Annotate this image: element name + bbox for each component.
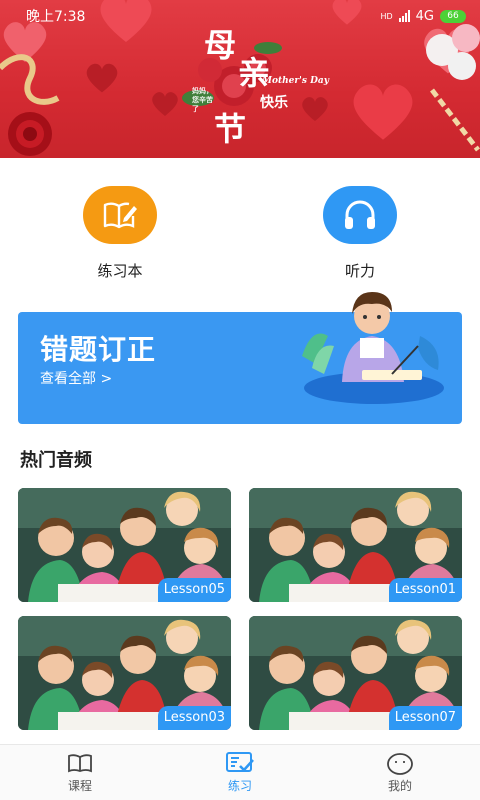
heart-decoration [86,63,118,93]
english-subtitle: Mother's Day [262,76,329,86]
correction-title: 错题订正 [40,333,157,366]
tab-practice-label: 练习 [227,779,252,793]
tab-courses[interactable]: 课程 [30,749,130,794]
checklist-icon [226,752,254,772]
title-char: 亲 [238,54,271,92]
rose-decoration [8,112,52,156]
hd-indicator: HD [380,11,393,21]
tab-mine-label: 我的 [387,779,412,793]
student-writing-illustration [302,292,444,404]
heart-decoration [302,97,328,121]
headphones-icon [345,200,375,229]
view-all-link[interactable]: 查看全部 > [40,368,112,388]
banner-subtitle: 快乐 [260,95,288,111]
tab-courses-label: 课程 [67,779,92,793]
bottom-tab-bar: 课程 练习 我的 [0,744,480,800]
listening-action[interactable]: 听力 [300,186,420,281]
status-bar: 晚上7:38 HD 4G 66 [0,0,480,32]
lesson-tag: Lesson03 [157,706,231,730]
tab-practice[interactable]: 练习 [190,749,290,794]
audio-card[interactable]: Lesson03 [18,616,231,730]
audio-card[interactable]: Lesson05 [18,488,231,602]
banner-small-text: 妈妈，您辛苦了 [192,86,213,113]
title-char: 节 [214,110,247,148]
heart-decoration [353,84,413,140]
mothers-day-banner[interactable]: 晚上7:38 HD 4G 66 母 亲 Mother's Day 快乐 妈妈，您… [0,0,480,158]
lesson-tag: Lesson01 [388,578,462,602]
notebook-action[interactable]: 练习本 [60,186,180,281]
status-time: 晚上7:38 [26,9,86,25]
listening-label: 听力 [344,262,375,280]
face-icon [387,753,413,775]
tab-mine[interactable]: 我的 [350,749,450,794]
notebook-circle[interactable] [83,186,157,244]
quick-actions: 练习本 听力 [0,186,480,286]
lesson-tag: Lesson05 [157,578,231,602]
listening-circle[interactable] [323,186,397,244]
network-type: 4G [415,8,434,24]
book-icon [68,754,92,773]
correction-card[interactable]: 错题订正 查看全部 > [18,292,462,424]
signal-icon [398,10,410,22]
notebook-label: 练习本 [97,262,143,280]
hot-audio-title: 热门音频 [20,450,92,471]
audio-card[interactable]: Lesson01 [249,488,462,602]
ribbon-decoration [430,88,480,152]
heart-decoration [152,92,178,116]
notebook-pencil-icon [103,202,137,229]
lesson-tag: Lesson07 [388,706,462,730]
battery-icon: 66 [440,9,466,23]
audio-card[interactable]: Lesson07 [249,616,462,730]
